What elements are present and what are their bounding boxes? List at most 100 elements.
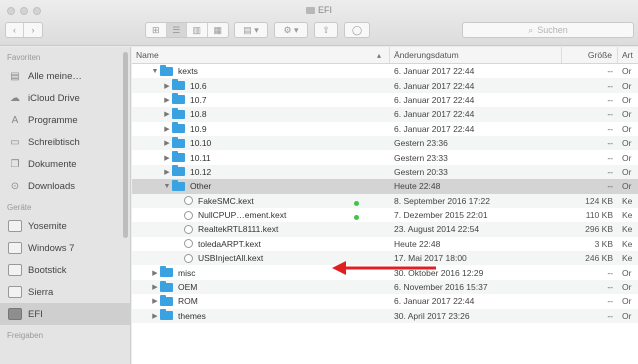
sidebar-item-documents[interactable]: ❐ Dokumente <box>0 153 130 175</box>
sidebar-item-label: iCloud Drive <box>28 92 80 104</box>
disclosure-expanded-icon[interactable]: ▼ <box>162 183 172 190</box>
folder-row[interactable]: ▶ 10.6 6. Januar 2017 22:44 -- Or <box>132 78 638 93</box>
disclosure-collapsed-icon[interactable]: ▶ <box>150 312 160 320</box>
action-gear-button[interactable]: ⚙ ▾ <box>274 22 308 38</box>
sidebar-item-apps[interactable]: A Programme <box>0 109 130 131</box>
kext-file-icon <box>184 224 193 234</box>
column-view-button[interactable]: ▥ <box>187 23 208 37</box>
sidebar-item-label: Yosemite <box>28 220 67 232</box>
folder-icon <box>172 79 185 91</box>
folder-row[interactable]: ▶ OEM 6. November 2016 15:37 -- Or <box>132 279 638 295</box>
folder-row[interactable]: ▶ themes 30. April 2017 23:26 -- Or <box>132 308 638 324</box>
disclosure-collapsed-icon[interactable]: ▶ <box>162 168 172 176</box>
name-cell: ▶ 10.10 <box>132 136 390 148</box>
column-header-kind[interactable]: Art <box>618 47 638 63</box>
file-name: NullCPUP…ement.kext <box>198 210 287 221</box>
date-cell: 6. Januar 2017 22:44 <box>394 94 475 105</box>
gallery-view-button[interactable]: ▦ <box>208 23 228 37</box>
folder-row[interactable]: ▶ 10.11 Gestern 23:33 -- Or <box>132 150 638 164</box>
sidebar-item-device[interactable]: Sierra <box>0 281 130 303</box>
kind-cell: Ke <box>622 253 633 264</box>
file-row[interactable]: toledaARPT.kext Heute 22:48 3 KB Ke <box>132 237 638 251</box>
size-cell: 3 KB <box>594 238 613 249</box>
view-mode-control: ⊞ ☰ ▥ ▦ <box>145 22 229 38</box>
folder-icon <box>160 309 173 321</box>
file-row[interactable]: NullCPUP…ement.kext 7. Dezember 2015 22:0… <box>132 208 638 222</box>
date-cell: 6. November 2016 15:37 <box>394 282 488 293</box>
date-cell: 6. Januar 2017 22:44 <box>394 66 475 77</box>
group-button[interactable]: ▤ ▾ <box>234 22 268 38</box>
file-row[interactable]: FakeSMC.kext 8. September 2016 17:22 124 K… <box>132 193 638 208</box>
size-cell: -- <box>607 267 613 278</box>
disk-icon <box>8 286 22 298</box>
name-cell: ▶ 10.9 <box>132 122 390 134</box>
disclosure-collapsed-icon[interactable]: ▶ <box>162 96 172 104</box>
disclosure-collapsed-icon[interactable]: ▶ <box>162 125 172 133</box>
sidebar-item-cloud[interactable]: ☁ iCloud Drive <box>0 87 130 109</box>
folder-icon <box>172 165 185 177</box>
search-input[interactable]: ⌕ Suchen <box>462 22 634 38</box>
date-cell: 30. April 2017 23:26 <box>394 310 470 321</box>
file-name: 10.11 <box>190 152 211 163</box>
kext-file-icon <box>184 210 193 220</box>
share-button[interactable]: ⇧ <box>314 22 338 38</box>
date-cell: Gestern 20:33 <box>394 166 448 177</box>
column-header-name[interactable]: Name ▴ <box>132 47 390 63</box>
sidebar-item-desktop[interactable]: ▭ Schreibtisch <box>0 131 130 153</box>
kind-cell: Or <box>622 66 632 77</box>
list-view-button[interactable]: ☰ <box>166 23 187 37</box>
sidebar-item-label: Programme <box>28 114 78 126</box>
sidebar-item-label: Sierra <box>28 286 54 298</box>
column-header-size[interactable]: Größe <box>562 47 618 63</box>
search-icon: ⌕ <box>528 24 534 35</box>
folder-row[interactable]: ▼ kexts 6. Januar 2017 22:44 -- Or <box>132 64 638 78</box>
disclosure-collapsed-icon[interactable]: ▶ <box>150 297 160 305</box>
window-toolbar: EFI ‹ › ⊞ ☰ ▥ ▦ ▤ ▾ ⚙ ▾ ⇧ ◯ ⌕ Suchen <box>0 0 638 46</box>
date-cell: 6. Januar 2017 22:44 <box>394 109 475 120</box>
sidebar-item-downloads[interactable]: ⊙ Downloads <box>0 175 130 197</box>
forward-button[interactable]: › <box>24 23 42 37</box>
sidebar-item-device[interactable]: Bootstick <box>0 259 130 281</box>
kind-cell: Ke <box>622 210 633 221</box>
sidebar-scrollbar[interactable] <box>123 52 128 238</box>
folder-row[interactable]: ▼ Other Heute 22:48 -- Or <box>132 179 638 194</box>
sidebar-item-all-files[interactable]: ▤ Alle meine… <box>0 65 130 87</box>
name-cell: RealtekRTL8111.kext <box>132 224 390 234</box>
file-row[interactable]: RealtekRTL8111.kext 23. August 2014 22:54… <box>132 222 638 237</box>
sidebar-item-device[interactable]: Yosemite <box>0 215 130 237</box>
date-cell: Gestern 23:33 <box>394 152 448 163</box>
column-header-date[interactable]: Änderungsdatum <box>390 47 562 63</box>
icon-view-button[interactable]: ⊞ <box>146 23 167 37</box>
red-arrow-annotation <box>332 261 436 275</box>
folder-row[interactable]: ▶ 10.7 6. Januar 2017 22:44 -- Or <box>132 93 638 107</box>
disclosure-collapsed-icon[interactable]: ▶ <box>162 82 172 90</box>
size-cell: -- <box>607 310 613 321</box>
date-cell: 6. Januar 2017 22:44 <box>394 296 475 307</box>
name-cell: ▶ 10.6 <box>132 79 390 91</box>
folder-row[interactable]: ▶ ROM 6. Januar 2017 22:44 -- Or <box>132 294 638 308</box>
disclosure-expanded-icon[interactable]: ▼ <box>150 68 160 75</box>
tags-button[interactable]: ◯ <box>344 22 370 38</box>
sidebar-item-device[interactable]: EFI <box>0 303 130 325</box>
kind-cell: Ke <box>622 238 633 249</box>
disclosure-collapsed-icon[interactable]: ▶ <box>150 283 160 291</box>
kind-cell: Ke <box>622 195 633 206</box>
folder-row[interactable]: ▶ 10.12 Gestern 20:33 -- Or <box>132 164 638 180</box>
disclosure-collapsed-icon[interactable]: ▶ <box>162 154 172 162</box>
name-cell: FakeSMC.kext <box>132 196 390 206</box>
disclosure-collapsed-icon[interactable]: ▶ <box>162 110 172 118</box>
size-cell: 124 KB <box>585 195 613 206</box>
folder-row[interactable]: ▶ 10.8 6. Januar 2017 22:44 -- Or <box>132 107 638 122</box>
sidebar-item-device[interactable]: Windows 7 <box>0 237 130 259</box>
folder-row[interactable]: ▶ 10.10 Gestern 23:36 -- Or <box>132 135 638 151</box>
date-cell: 8. September 2016 17:22 <box>394 195 490 206</box>
folder-row[interactable]: ▶ 10.9 6. Januar 2017 22:44 -- Or <box>132 122 638 136</box>
name-cell: ▼ kexts <box>132 64 390 76</box>
cloud-icon: ☁ <box>10 92 20 104</box>
size-cell: -- <box>607 152 613 163</box>
folder-icon <box>160 266 173 278</box>
size-cell: -- <box>607 94 613 105</box>
disclosure-collapsed-icon[interactable]: ▶ <box>162 139 172 147</box>
disclosure-collapsed-icon[interactable]: ▶ <box>150 269 160 277</box>
back-button[interactable]: ‹ <box>6 23 25 37</box>
